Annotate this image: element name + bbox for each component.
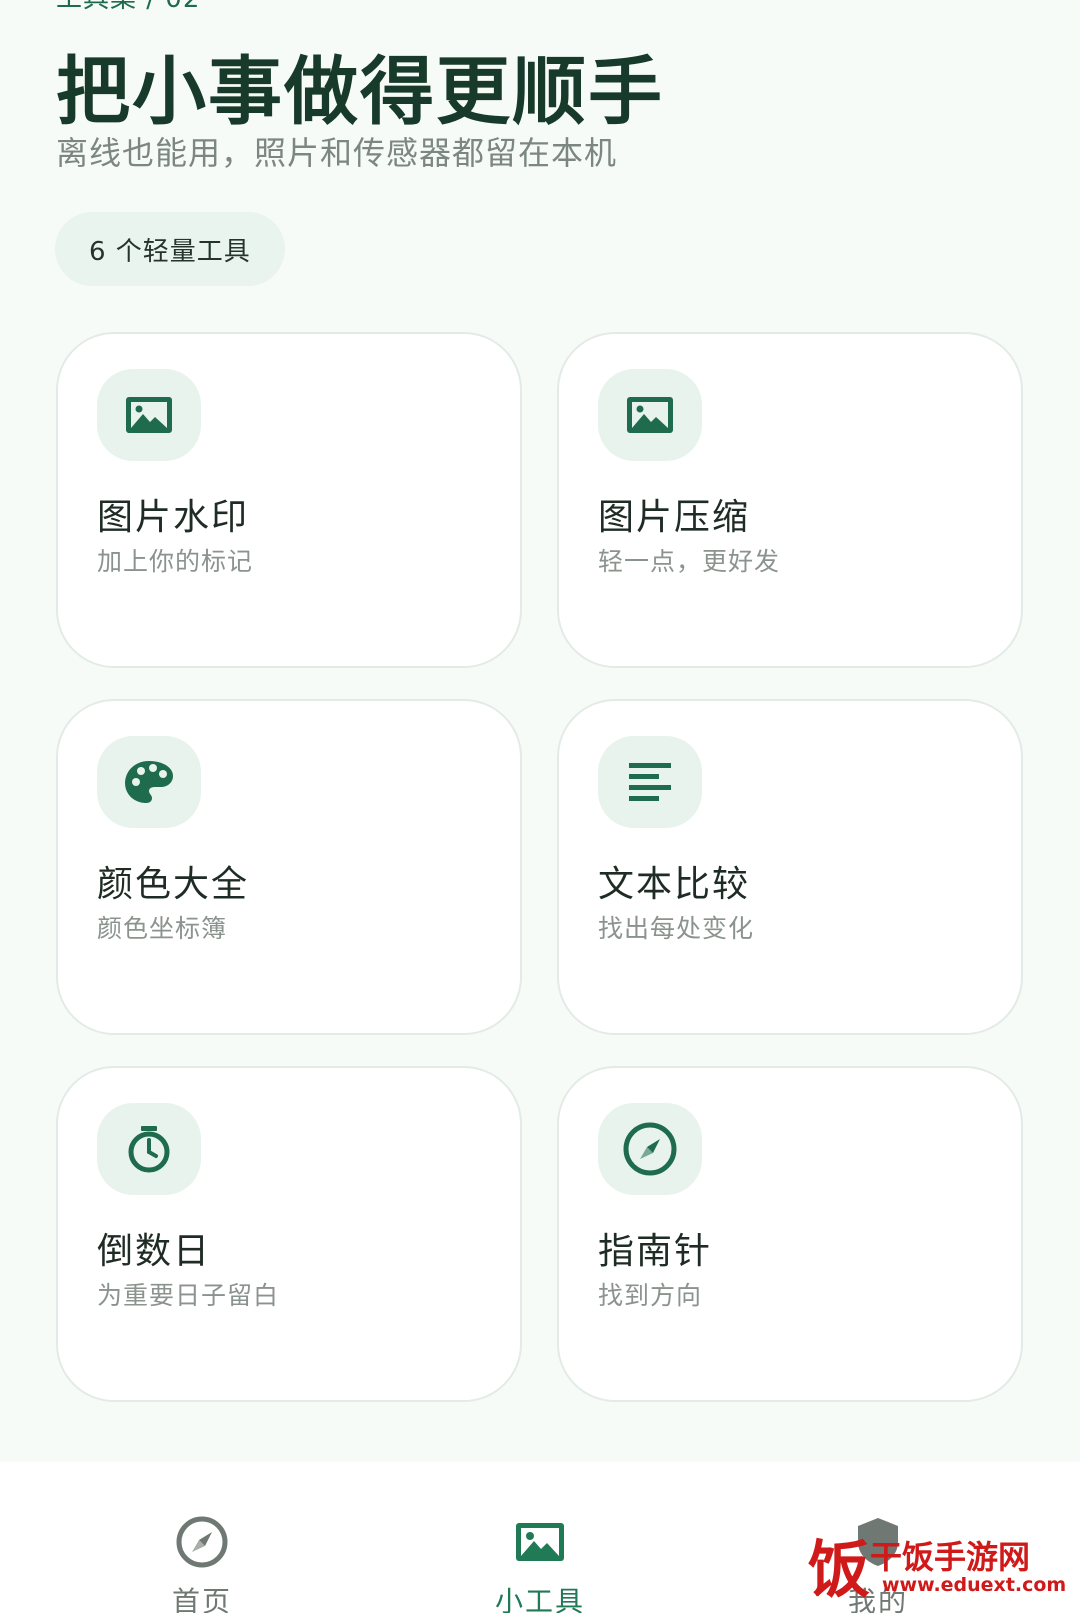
tool-title: 倒数日 <box>97 1231 212 1272</box>
tool-title: 指南针 <box>598 1231 713 1272</box>
watermark-url: www.eduext.com <box>882 1574 1067 1596</box>
tool-count-label: 6 个轻量工具 <box>89 236 251 267</box>
section-kicker: 工具集 / 02 <box>56 0 200 15</box>
tab-label: 首页 <box>171 1585 232 1613</box>
tool-card-image-compress[interactable]: 图片压缩 轻一点，更好发 <box>557 332 1023 668</box>
tool-subtitle: 轻一点，更好发 <box>598 547 781 576</box>
page-subtitle: 离线也能用，照片和传感器都留在本机 <box>56 134 618 172</box>
tool-card-colors[interactable]: 颜色大全 颜色坐标簿 <box>56 699 522 1035</box>
tool-title: 文本比较 <box>598 864 751 905</box>
site-watermark: 饭 干饭手游网 www.eduext.com <box>808 1530 1080 1613</box>
tool-subtitle: 加上你的标记 <box>97 547 254 576</box>
image-icon <box>598 369 702 461</box>
image-icon <box>516 1523 564 1561</box>
tools-page: 工具集 / 02 把小事做得更顺手 离线也能用，照片和传感器都留在本机 6 个轻… <box>0 0 1080 1613</box>
tool-card-image-watermark[interactable]: 图片水印 加上你的标记 <box>56 332 522 668</box>
tool-title: 颜色大全 <box>97 864 250 905</box>
tool-card-text-compare[interactable]: 文本比较 找出每处变化 <box>557 699 1023 1035</box>
tool-card-compass[interactable]: 指南针 找到方向 <box>557 1066 1023 1402</box>
image-icon <box>97 369 201 461</box>
tab-home[interactable]: 首页 <box>102 1462 302 1613</box>
palette-icon <box>97 736 201 828</box>
tab-tools[interactable]: 小工具 <box>440 1462 640 1613</box>
tool-subtitle: 颜色坐标簿 <box>97 914 228 943</box>
tool-subtitle: 找到方向 <box>598 1281 703 1310</box>
text-lines-icon <box>598 736 702 828</box>
watermark-site-name: 干饭手游网 <box>870 1538 1031 1576</box>
tool-subtitle: 为重要日子留白 <box>97 1281 280 1310</box>
tool-title: 图片水印 <box>97 497 250 538</box>
tab-label: 小工具 <box>494 1585 585 1613</box>
tool-count-chip: 6 个轻量工具 <box>55 212 285 286</box>
page-title: 把小事做得更顺手 <box>56 49 664 135</box>
compass-icon <box>598 1103 702 1195</box>
tool-title: 图片压缩 <box>598 497 751 538</box>
stopwatch-icon <box>97 1103 201 1195</box>
compass-icon <box>176 1516 228 1568</box>
tool-card-countdown[interactable]: 倒数日 为重要日子留白 <box>56 1066 522 1402</box>
tool-subtitle: 找出每处变化 <box>598 914 755 943</box>
